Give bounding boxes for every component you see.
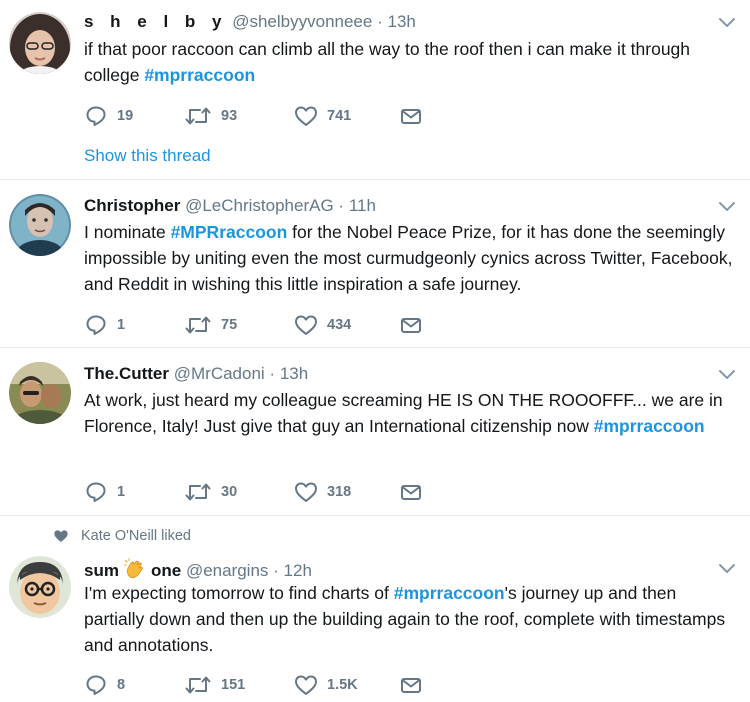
tweet[interactable]: Kate O'Neill liked sum one @enargins · 1…: [0, 516, 750, 702]
hashtag-link[interactable]: #mprraccoon: [144, 65, 255, 85]
heart-icon: [54, 530, 68, 542]
tweet-text: if that poor raccoon can climb all the w…: [84, 36, 734, 88]
tweet-header: s h e l b y @shelbyyvonneee · 13h: [84, 11, 416, 33]
reply-button[interactable]: 1: [84, 480, 125, 504]
retweet-count: 93: [221, 108, 238, 124]
tweet-text: I nominate #MPRraccoon for the Nobel Pea…: [84, 219, 734, 297]
display-name-part[interactable]: sum: [84, 561, 119, 580]
reply-count: 8: [117, 677, 126, 693]
reply-button[interactable]: 19: [84, 104, 133, 128]
chevron-down-icon[interactable]: [718, 369, 736, 381]
tweet-text-body: I nominate: [84, 222, 171, 242]
tweet-timeline: s h e l b y @shelbyyvonneee · 13h if tha…: [0, 0, 750, 702]
display-name-part[interactable]: one: [151, 561, 181, 580]
heart-icon: [295, 675, 317, 695]
hashtag-link[interactable]: #mprraccoon: [394, 583, 505, 603]
retweet-count: 75: [221, 317, 238, 333]
show-thread-link[interactable]: Show this thread: [84, 145, 211, 167]
retweet-icon: [185, 107, 211, 125]
username[interactable]: @LeChristopherAG: [185, 196, 334, 215]
chevron-down-icon[interactable]: [718, 563, 736, 575]
like-count: 318: [327, 484, 352, 500]
avatar[interactable]: [9, 12, 71, 74]
display-name[interactable]: s h e l b y: [84, 12, 227, 31]
tweet-text-body: I'm expecting tomorrow to find charts of: [84, 583, 394, 603]
chevron-down-icon[interactable]: [718, 201, 736, 213]
direct-message-button[interactable]: [400, 673, 422, 697]
retweet-count: 151: [221, 677, 246, 693]
separator-dot: ·: [269, 364, 276, 383]
username[interactable]: @enargins: [186, 561, 268, 580]
like-button[interactable]: 741: [294, 104, 351, 128]
envelope-icon: [401, 485, 421, 500]
retweet-button[interactable]: 151: [184, 673, 245, 697]
like-button[interactable]: 1.5K: [294, 673, 358, 697]
like-count: 741: [327, 108, 352, 124]
social-context: Kate O'Neill liked: [53, 525, 191, 547]
heart-icon: [295, 315, 317, 335]
timestamp[interactable]: 12h: [284, 561, 312, 580]
retweet-button[interactable]: 93: [184, 104, 237, 128]
reply-button[interactable]: 8: [84, 673, 125, 697]
like-count: 1.5K: [327, 677, 358, 693]
retweet-count: 30: [221, 484, 238, 500]
separator-dot: ·: [273, 561, 279, 580]
display-name[interactable]: The.Cutter: [84, 364, 169, 383]
like-button[interactable]: 318: [294, 480, 351, 504]
tweet-actions: 1 75 434: [84, 313, 504, 337]
tweet[interactable]: The.Cutter @MrCadoni · 13h At work, just…: [0, 348, 750, 516]
retweet-button[interactable]: 30: [184, 480, 237, 504]
timestamp[interactable]: 13h: [280, 364, 308, 383]
tweet-header: The.Cutter @MrCadoni · 13h: [84, 363, 308, 385]
separator-dot: ·: [377, 12, 383, 31]
avatar[interactable]: [9, 362, 71, 424]
retweet-icon: [185, 676, 211, 694]
tweet-text: At work, just heard my colleague screami…: [84, 387, 734, 439]
hashtag-link[interactable]: #MPRraccoon: [171, 222, 288, 242]
username[interactable]: @MrCadoni: [174, 364, 265, 383]
reply-icon: [86, 482, 106, 502]
avatar[interactable]: [9, 194, 71, 256]
tweet-header: Christopher @LeChristopherAG · 11h: [84, 195, 376, 217]
display-name[interactable]: Christopher: [84, 196, 180, 215]
separator-dot: ·: [338, 196, 345, 215]
direct-message-button[interactable]: [400, 480, 422, 504]
tweet[interactable]: Christopher @LeChristopherAG · 11h I nom…: [0, 180, 750, 348]
tweet-actions: 8 151 1.5K: [84, 673, 504, 697]
retweet-icon: [185, 316, 211, 334]
like-button[interactable]: 434: [294, 313, 351, 337]
heart-icon: [295, 482, 317, 502]
reply-icon: [86, 106, 106, 126]
avatar[interactable]: [9, 556, 71, 618]
envelope-icon: [401, 678, 421, 693]
tweet-text: I'm expecting tomorrow to find charts of…: [84, 580, 734, 658]
direct-message-button[interactable]: [400, 313, 422, 337]
reply-count: 19: [117, 108, 134, 124]
liked-by-label[interactable]: Kate O'Neill liked: [81, 528, 191, 544]
username[interactable]: @shelbyyvonneee: [232, 12, 372, 31]
timestamp[interactable]: 11h: [349, 196, 376, 215]
reply-icon: [86, 675, 106, 695]
tweet-actions: 1 30 318: [84, 480, 504, 504]
reply-count: 1: [117, 484, 126, 500]
reply-icon: [86, 315, 106, 335]
retweet-button[interactable]: 75: [184, 313, 237, 337]
envelope-icon: [401, 109, 421, 124]
retweet-icon: [185, 483, 211, 501]
reply-count: 1: [117, 317, 126, 333]
like-count: 434: [327, 317, 352, 333]
chevron-down-icon[interactable]: [718, 17, 736, 29]
tweet[interactable]: s h e l b y @shelbyyvonneee · 13h if tha…: [0, 0, 750, 180]
timestamp[interactable]: 13h: [388, 12, 416, 31]
envelope-icon: [401, 318, 421, 333]
heart-icon: [295, 106, 317, 126]
tweet-actions: 19 93 741: [84, 104, 504, 128]
direct-message-button[interactable]: [400, 104, 422, 128]
reply-button[interactable]: 1: [84, 313, 125, 337]
hashtag-link[interactable]: #mprraccoon: [594, 416, 705, 436]
